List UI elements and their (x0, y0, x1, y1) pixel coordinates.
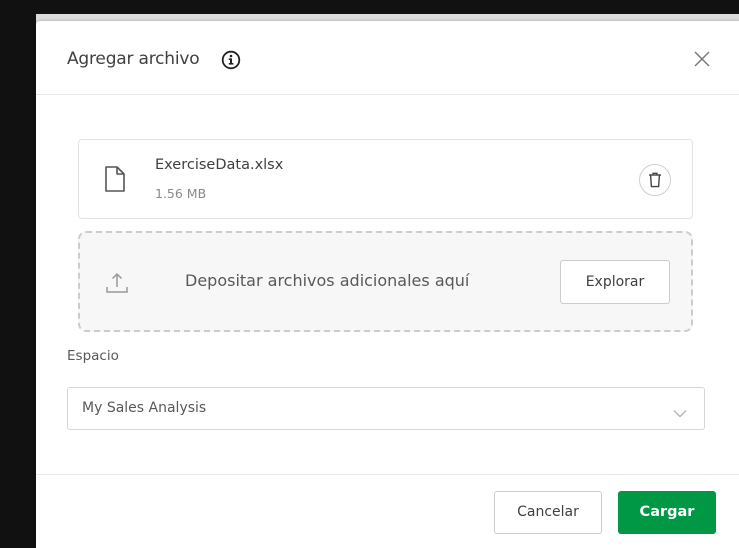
upload-icon (104, 270, 130, 296)
file-card: ExerciseData.xlsx 1.56 MB (78, 139, 693, 219)
trash-icon (649, 172, 661, 188)
browse-button[interactable]: Explorar (560, 260, 670, 304)
space-label: Espacio (67, 348, 119, 364)
dialog-header: Agregar archivo (36, 21, 739, 95)
cancel-button[interactable]: Cancelar (494, 491, 602, 534)
backdrop-dark-left (0, 0, 36, 548)
file-name: ExerciseData.xlsx (155, 157, 284, 173)
dialog-footer: Cancelar Cargar (36, 474, 739, 548)
delete-file-button[interactable] (639, 164, 671, 196)
backdrop-dark-top (0, 0, 739, 14)
add-file-dialog: Agregar archivo ExerciseData.xlsx 1.56 M… (36, 21, 739, 548)
dropzone-text: Depositar archivos adicionales aquí (185, 271, 470, 290)
dialog-title: Agregar archivo (67, 49, 200, 69)
file-size: 1.56 MB (155, 186, 207, 201)
space-select-value: My Sales Analysis (82, 400, 207, 416)
chevron-down-icon (673, 403, 687, 422)
file-dropzone[interactable]: Depositar archivos adicionales aquí Expl… (78, 231, 693, 332)
upload-button[interactable]: Cargar (618, 491, 716, 534)
close-icon[interactable] (693, 50, 711, 68)
file-icon (105, 166, 125, 192)
info-icon[interactable] (221, 50, 241, 70)
space-select[interactable]: My Sales Analysis (67, 387, 705, 430)
